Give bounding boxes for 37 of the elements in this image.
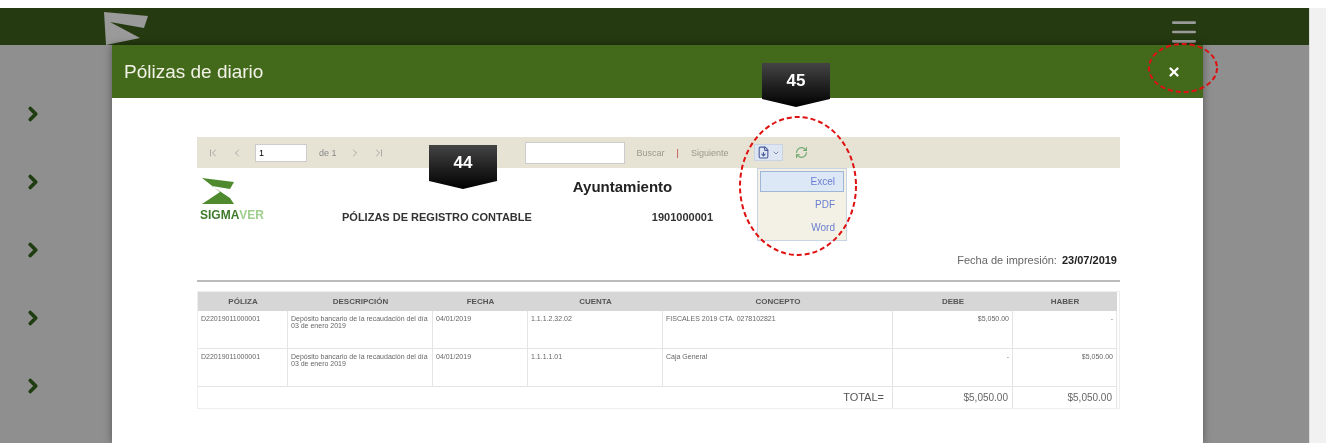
scrollbar[interactable] [1309, 8, 1326, 443]
close-button[interactable] [1167, 64, 1181, 79]
print-date: 23/07/2019 [1061, 254, 1117, 266]
logo-icon [200, 176, 236, 206]
column-header: FECHA [433, 292, 528, 311]
highlight-ellipse [1148, 43, 1218, 93]
search-field[interactable] [524, 141, 625, 164]
report-title: Ayuntamiento [572, 178, 673, 195]
save-icon [757, 146, 771, 159]
export-menu-item[interactable]: Excel [760, 171, 844, 192]
column-header: PÓLIZA [198, 292, 288, 311]
column-header: DEBE [893, 292, 1013, 311]
next-link[interactable]: Siguiente [690, 147, 729, 158]
find-link[interactable]: Buscar [636, 147, 665, 158]
logo-text: SIGMAVER [200, 208, 262, 222]
column-header: HABER [1013, 292, 1117, 311]
refresh-icon [795, 146, 809, 159]
callout-badge: 44 [429, 145, 497, 189]
total-value: $5,050.00 [893, 387, 1013, 408]
report-subtitle: PÓLIZAS DE REGISTRO CONTABLE [342, 211, 532, 223]
refresh-button[interactable] [795, 146, 809, 159]
modal-title: Pólizas de diario [124, 60, 264, 83]
page-count: de 1 [319, 147, 337, 158]
total-label: TOTAL= [198, 387, 893, 408]
print-date-label: Fecha de impresión: [957, 254, 1057, 266]
link-separator: | [676, 147, 679, 158]
export-menu-item[interactable]: Word [760, 217, 844, 238]
page-number-field[interactable]: 1 [255, 143, 307, 162]
column-header: CUENTA [528, 292, 663, 311]
callout-badge: 45 [762, 63, 830, 107]
total-value: $5,050.00 [1013, 387, 1117, 408]
export-menu-item[interactable]: PDF [760, 194, 844, 215]
column-header: DESCRIPCIÓN [288, 292, 433, 311]
export-button[interactable] [754, 144, 784, 161]
report-number: 1901000001 [651, 211, 714, 223]
column-header: CONCEPTO [663, 292, 893, 311]
first-page-icon [207, 146, 219, 159]
